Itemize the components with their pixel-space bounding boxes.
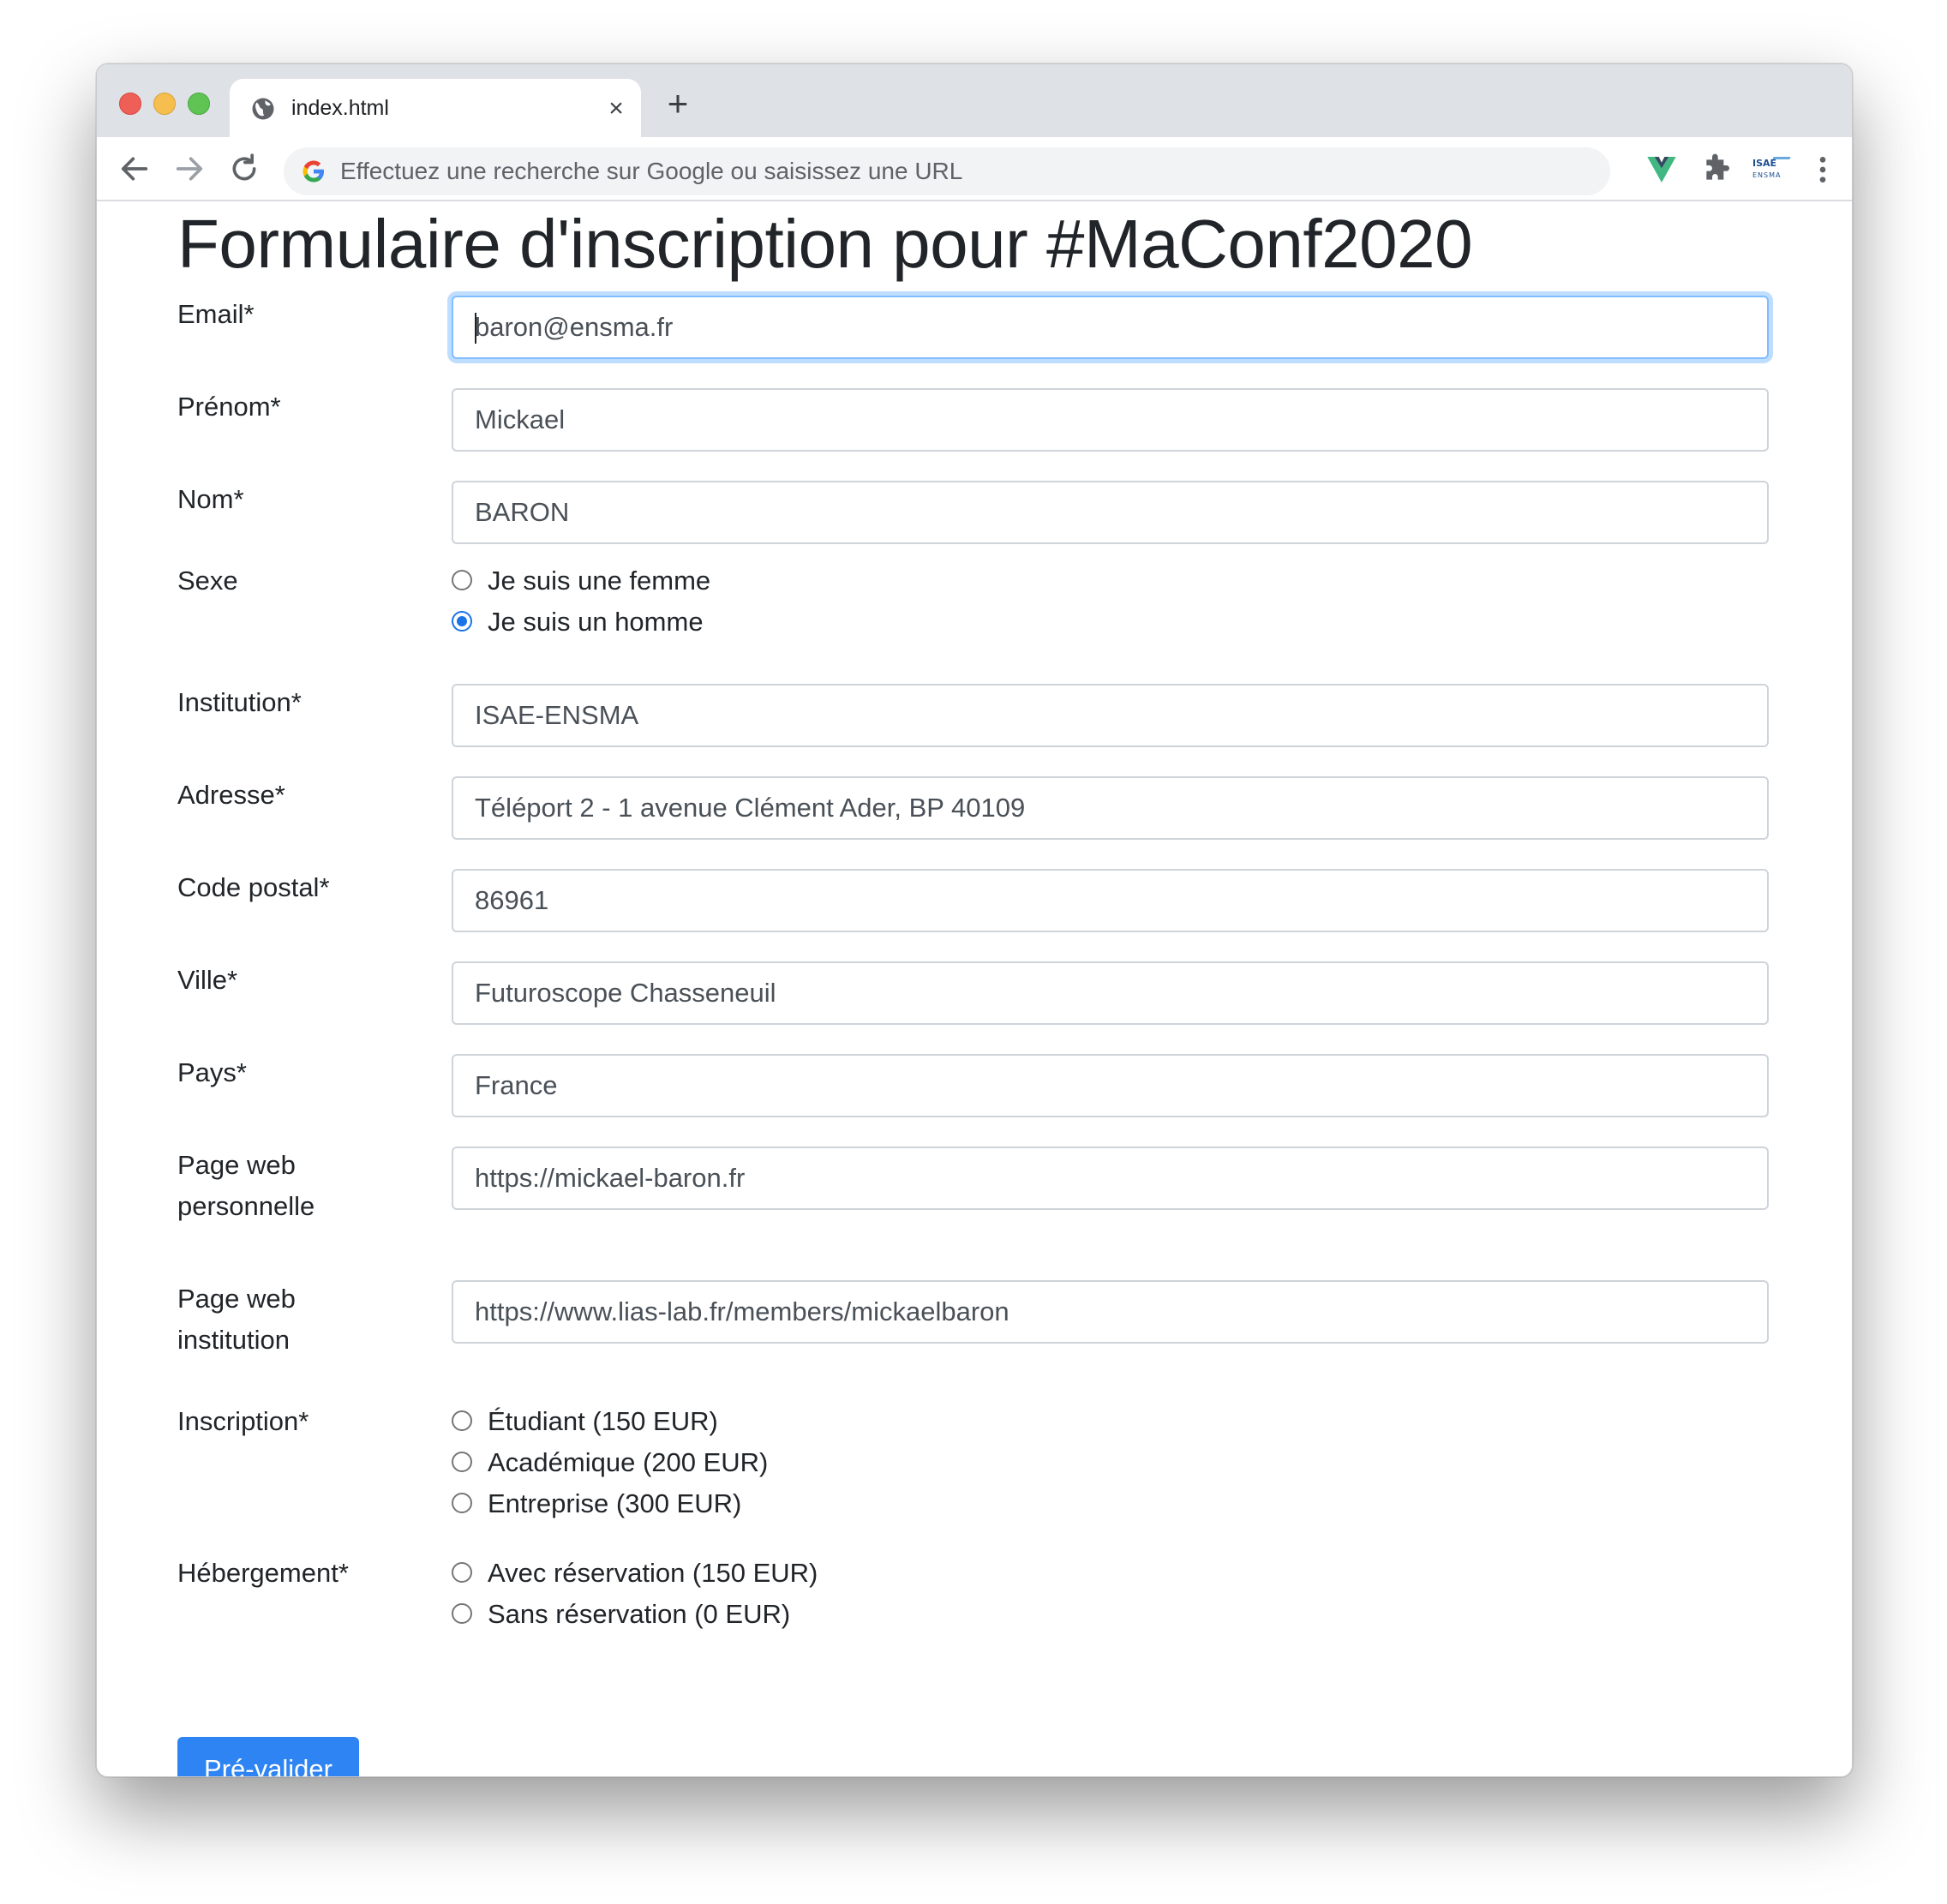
minimize-window-button[interactable]	[153, 93, 176, 115]
browser-toolbar: Effectuez une recherche sur Google ou sa…	[97, 137, 1852, 201]
inscription-label: Inscription*	[177, 1406, 309, 1436]
radio-label: Sans réservation (0 EUR)	[488, 1599, 791, 1629]
radio-label: Je suis un homme	[488, 607, 704, 637]
ville-label: Ville*	[177, 965, 238, 995]
page-content: Formulaire d'inscription pour #MaConf202…	[97, 201, 1852, 1776]
pays-label: Pays*	[177, 1057, 247, 1087]
pre-valider-button[interactable]: Pré-valider	[177, 1737, 359, 1776]
text-caret	[475, 313, 476, 344]
nom-label: Nom*	[177, 484, 244, 514]
radio-label: Je suis une femme	[488, 566, 711, 596]
back-arrow-icon[interactable]	[117, 152, 152, 186]
adresse-label: Adresse*	[177, 780, 285, 810]
page-perso-field[interactable]: https://mickael-baron.fr	[452, 1147, 1769, 1210]
tab-title: index.html	[291, 96, 389, 120]
radio-homme[interactable]	[452, 611, 472, 632]
radio-sans-reservation[interactable]	[452, 1603, 472, 1624]
nom-field[interactable]: BARON	[452, 481, 1769, 544]
extensions-puzzle-icon[interactable]	[1699, 153, 1734, 187]
pays-field[interactable]: France	[452, 1054, 1769, 1117]
radio-label: Académique (200 EUR)	[488, 1447, 769, 1477]
tab-strip: index.html × +	[97, 64, 1852, 139]
prenom-field[interactable]: Mickael	[452, 388, 1769, 452]
radio-etudiant[interactable]	[452, 1410, 472, 1431]
radio-label: Entreprise (300 EUR)	[488, 1488, 742, 1518]
email-value: baron@ensma.fr	[475, 312, 674, 342]
radio-label: Avec réservation (150 EUR)	[488, 1558, 818, 1588]
adresse-field[interactable]: Téléport 2 - 1 avenue Clément Ader, BP 4…	[452, 776, 1769, 840]
isae-ensma-extension-icon[interactable]: ISAE ENSMA	[1751, 153, 1794, 187]
browser-window: index.html × + Effectuez une recherche s…	[96, 63, 1853, 1777]
radio-entreprise[interactable]	[452, 1493, 472, 1513]
radio-avec-reservation[interactable]	[452, 1562, 472, 1583]
close-tab-icon[interactable]: ×	[603, 96, 629, 122]
zoom-window-button[interactable]	[188, 93, 210, 115]
page-title: Formulaire d'inscription pour #MaConf202…	[177, 206, 1473, 282]
institution-field[interactable]: ISAE-ENSMA	[452, 684, 1769, 747]
email-field[interactable]: baron@ensma.fr	[452, 296, 1769, 359]
radio-academique[interactable]	[452, 1452, 472, 1472]
prenom-label: Prénom*	[177, 392, 281, 422]
page-perso-label-line2: personnelle	[177, 1191, 315, 1221]
close-window-button[interactable]	[119, 93, 141, 115]
code-postal-label: Code postal*	[177, 872, 330, 902]
more-menu-icon[interactable]	[1806, 153, 1840, 187]
reload-icon[interactable]	[227, 152, 261, 186]
code-postal-field[interactable]: 86961	[452, 869, 1769, 932]
address-bar-placeholder: Effectuez une recherche sur Google ou sa…	[340, 158, 963, 184]
address-bar[interactable]: Effectuez une recherche sur Google ou sa…	[284, 147, 1610, 195]
new-tab-button[interactable]: +	[662, 86, 693, 122]
globe-icon	[252, 98, 274, 120]
institution-label: Institution*	[177, 687, 302, 717]
page-perso-label-line1: Page web	[177, 1150, 296, 1180]
sexe-label: Sexe	[177, 566, 238, 596]
radio-femme[interactable]	[452, 570, 472, 590]
forward-arrow-icon[interactable]	[172, 152, 207, 186]
google-g-icon	[303, 160, 324, 183]
page-institution-label-line1: Page web	[177, 1284, 296, 1314]
page-institution-label-line2: institution	[177, 1325, 290, 1355]
tab-index[interactable]: index.html ×	[230, 79, 641, 139]
radio-label: Étudiant (150 EUR)	[488, 1406, 718, 1436]
hebergement-label: Hébergement*	[177, 1558, 349, 1588]
vue-devtools-icon[interactable]	[1644, 153, 1679, 187]
email-label: Email*	[177, 299, 255, 329]
page-institution-field[interactable]: https://www.lias-lab.fr/members/mickaelb…	[452, 1280, 1769, 1344]
ville-field[interactable]: Futuroscope Chasseneuil	[452, 961, 1769, 1025]
